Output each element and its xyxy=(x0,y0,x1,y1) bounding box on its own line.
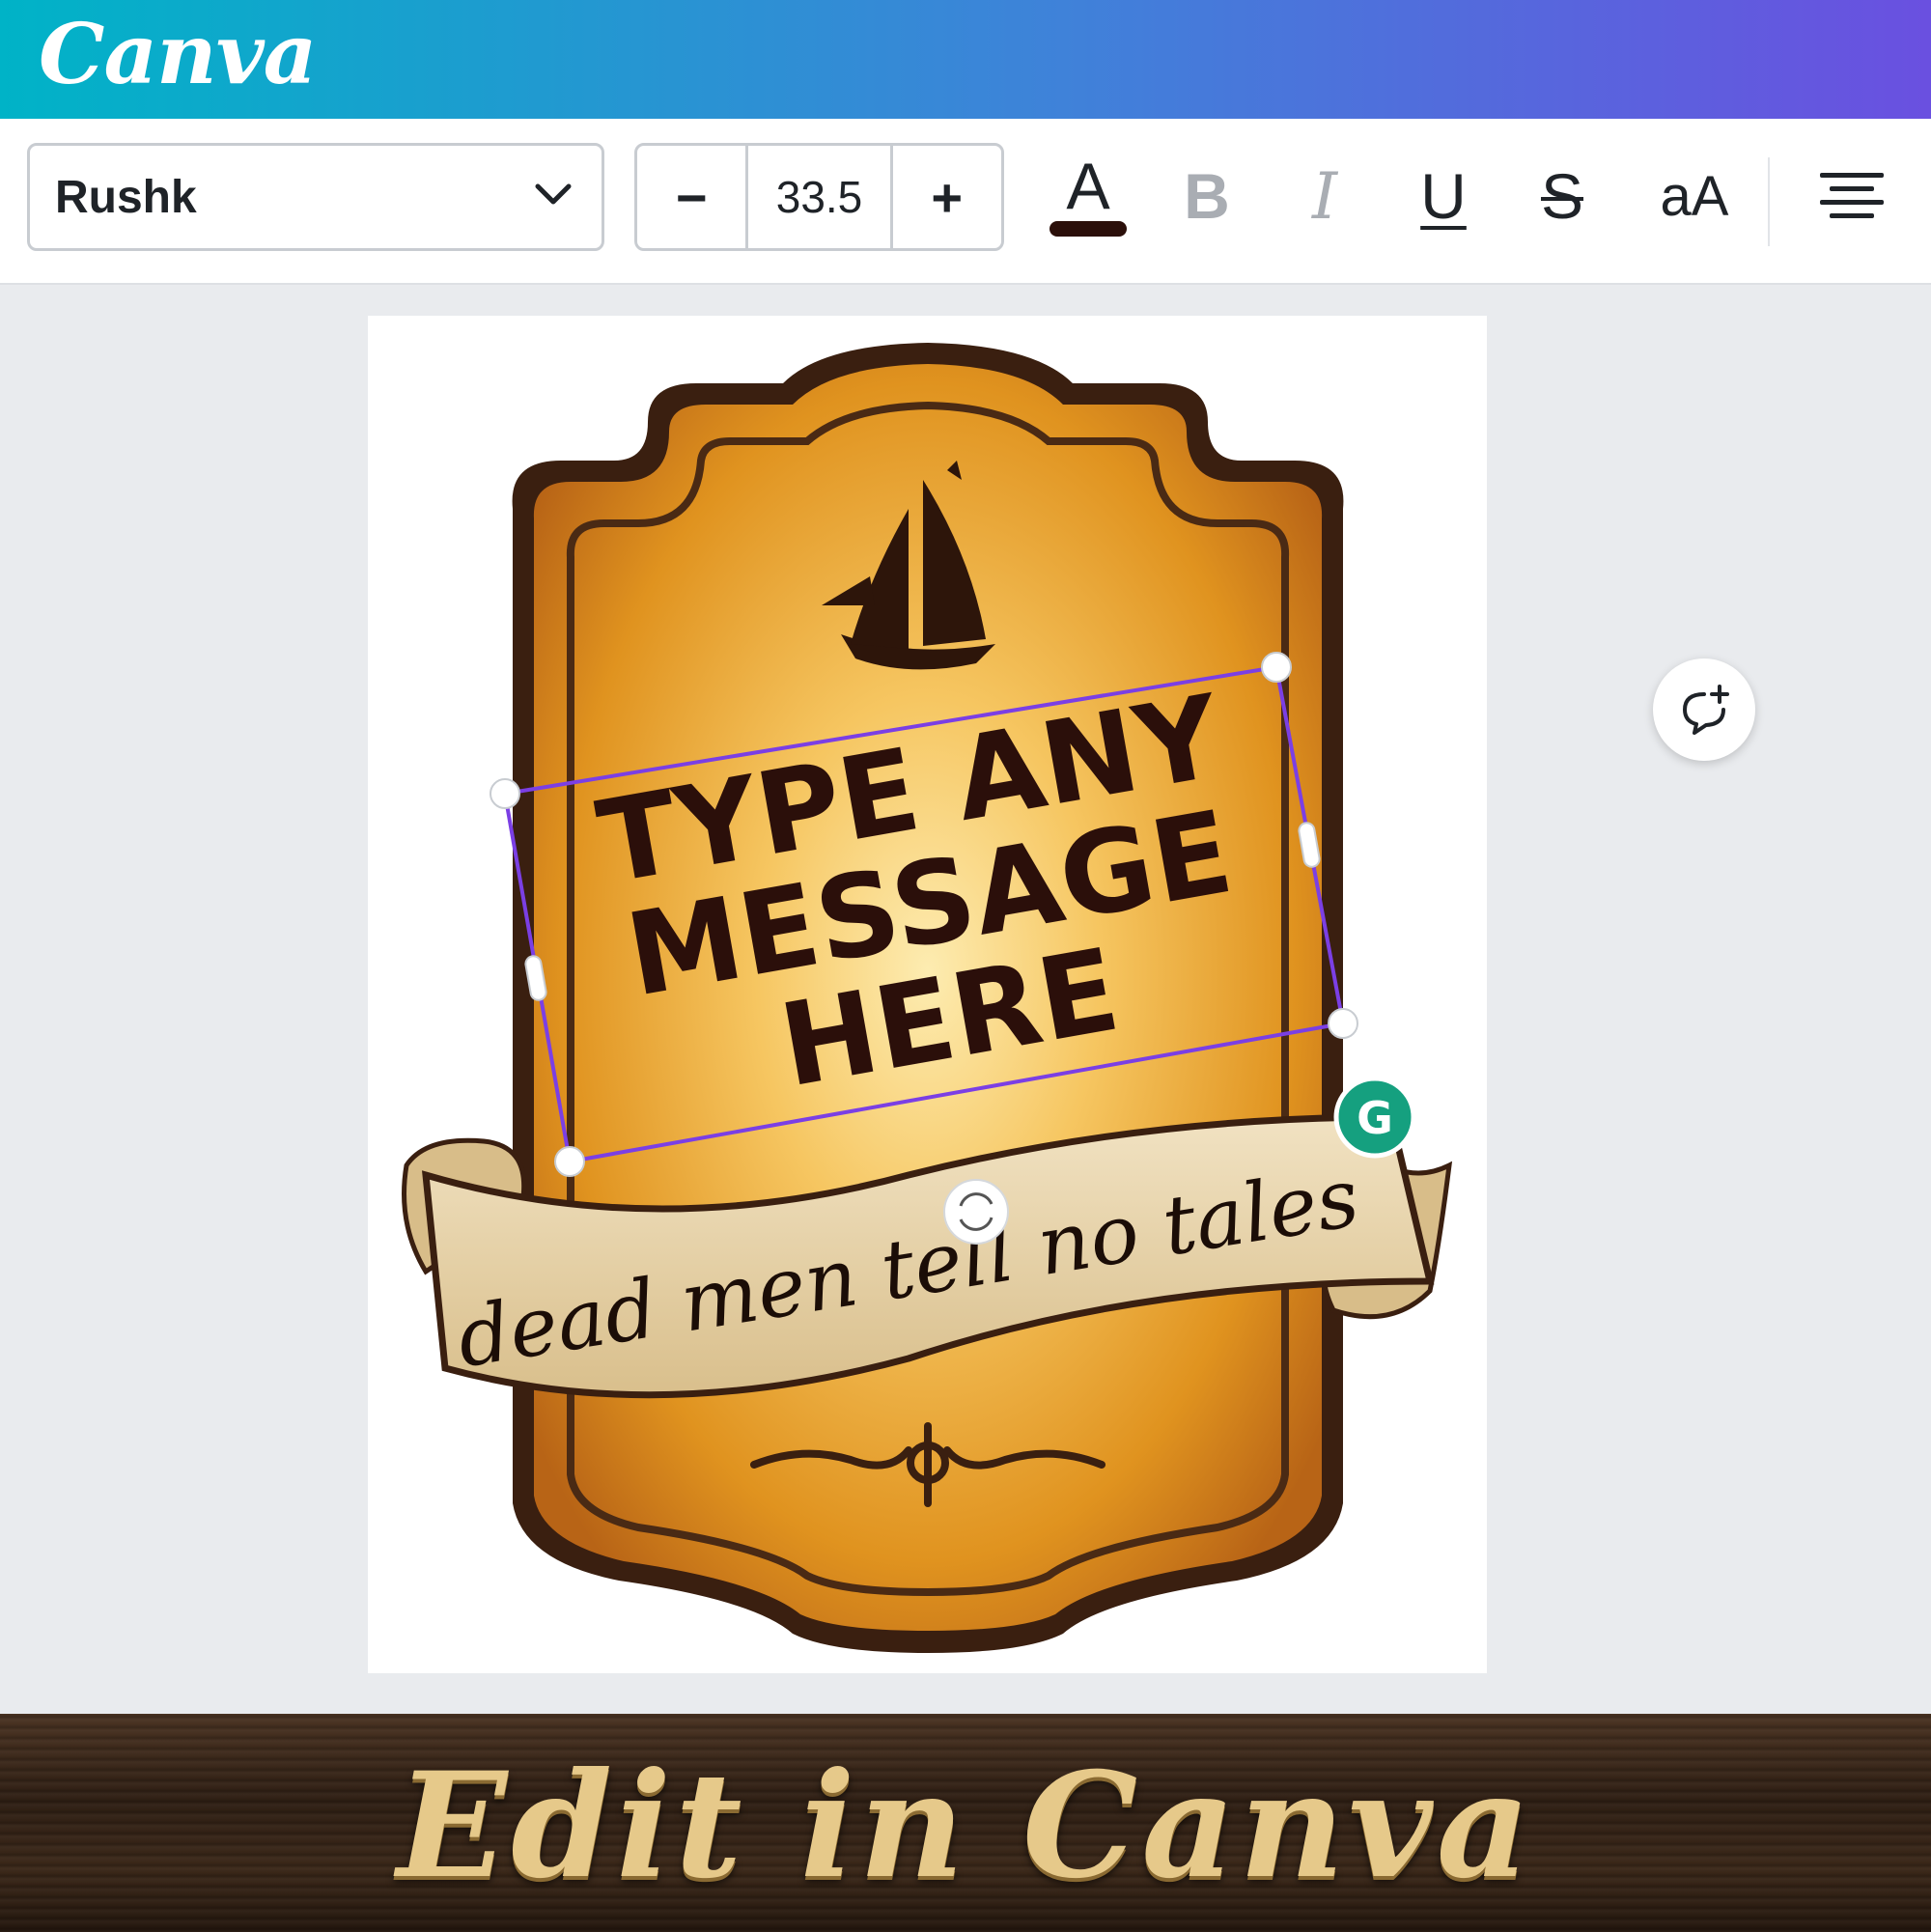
align-center-icon xyxy=(1820,173,1884,218)
letter-case-button[interactable]: aA xyxy=(1632,148,1757,244)
canva-logo[interactable]: Canva xyxy=(39,6,317,103)
grammarly-badge[interactable]: G xyxy=(1333,1076,1416,1159)
text-toolbar: Rushk − 33.5 + A B I U S aA xyxy=(0,119,1931,285)
italic-button[interactable]: I xyxy=(1276,148,1373,244)
text-color-glyph: A xyxy=(1066,150,1110,223)
text-color-swatch xyxy=(1049,221,1127,237)
comment-plus-icon xyxy=(1683,685,1729,735)
text-color-button[interactable]: A xyxy=(1040,148,1136,244)
design-page[interactable]: TYPE ANY MESSAGE HERE dead men tell no t… xyxy=(368,316,1487,1673)
increase-font-size-button[interactable]: + xyxy=(893,146,1001,248)
font-family-value: Rushk xyxy=(55,171,197,223)
promo-footer: Edit in Canva xyxy=(0,1714,1931,1932)
text-align-button[interactable] xyxy=(1804,148,1900,244)
font-size-stepper: − 33.5 + xyxy=(634,143,1004,251)
resize-handle-bottom-left xyxy=(554,1146,585,1177)
resize-handle-top-left xyxy=(490,778,520,809)
resize-handle-bottom-right xyxy=(1328,1008,1358,1039)
app-header: Canva xyxy=(0,0,1931,119)
add-comment-button[interactable] xyxy=(1653,658,1755,761)
rotate-handle[interactable] xyxy=(943,1179,1009,1245)
chevron-down-icon xyxy=(535,183,572,205)
font-family-dropdown[interactable]: Rushk xyxy=(27,143,604,251)
strikethrough-button[interactable]: S xyxy=(1514,148,1610,244)
bold-button[interactable]: B xyxy=(1159,148,1255,244)
toolbar-divider xyxy=(1768,157,1770,246)
underline-button[interactable]: U xyxy=(1395,148,1492,244)
pirate-label-artwork: TYPE ANY MESSAGE HERE dead men tell no t… xyxy=(402,343,1453,1653)
resize-handle-top-right xyxy=(1261,652,1292,683)
grammarly-icon: G xyxy=(1357,1092,1393,1144)
decrease-font-size-button[interactable]: − xyxy=(637,146,745,248)
font-size-input[interactable]: 33.5 xyxy=(745,146,893,248)
footer-title: Edit in Canva xyxy=(397,1741,1534,1911)
